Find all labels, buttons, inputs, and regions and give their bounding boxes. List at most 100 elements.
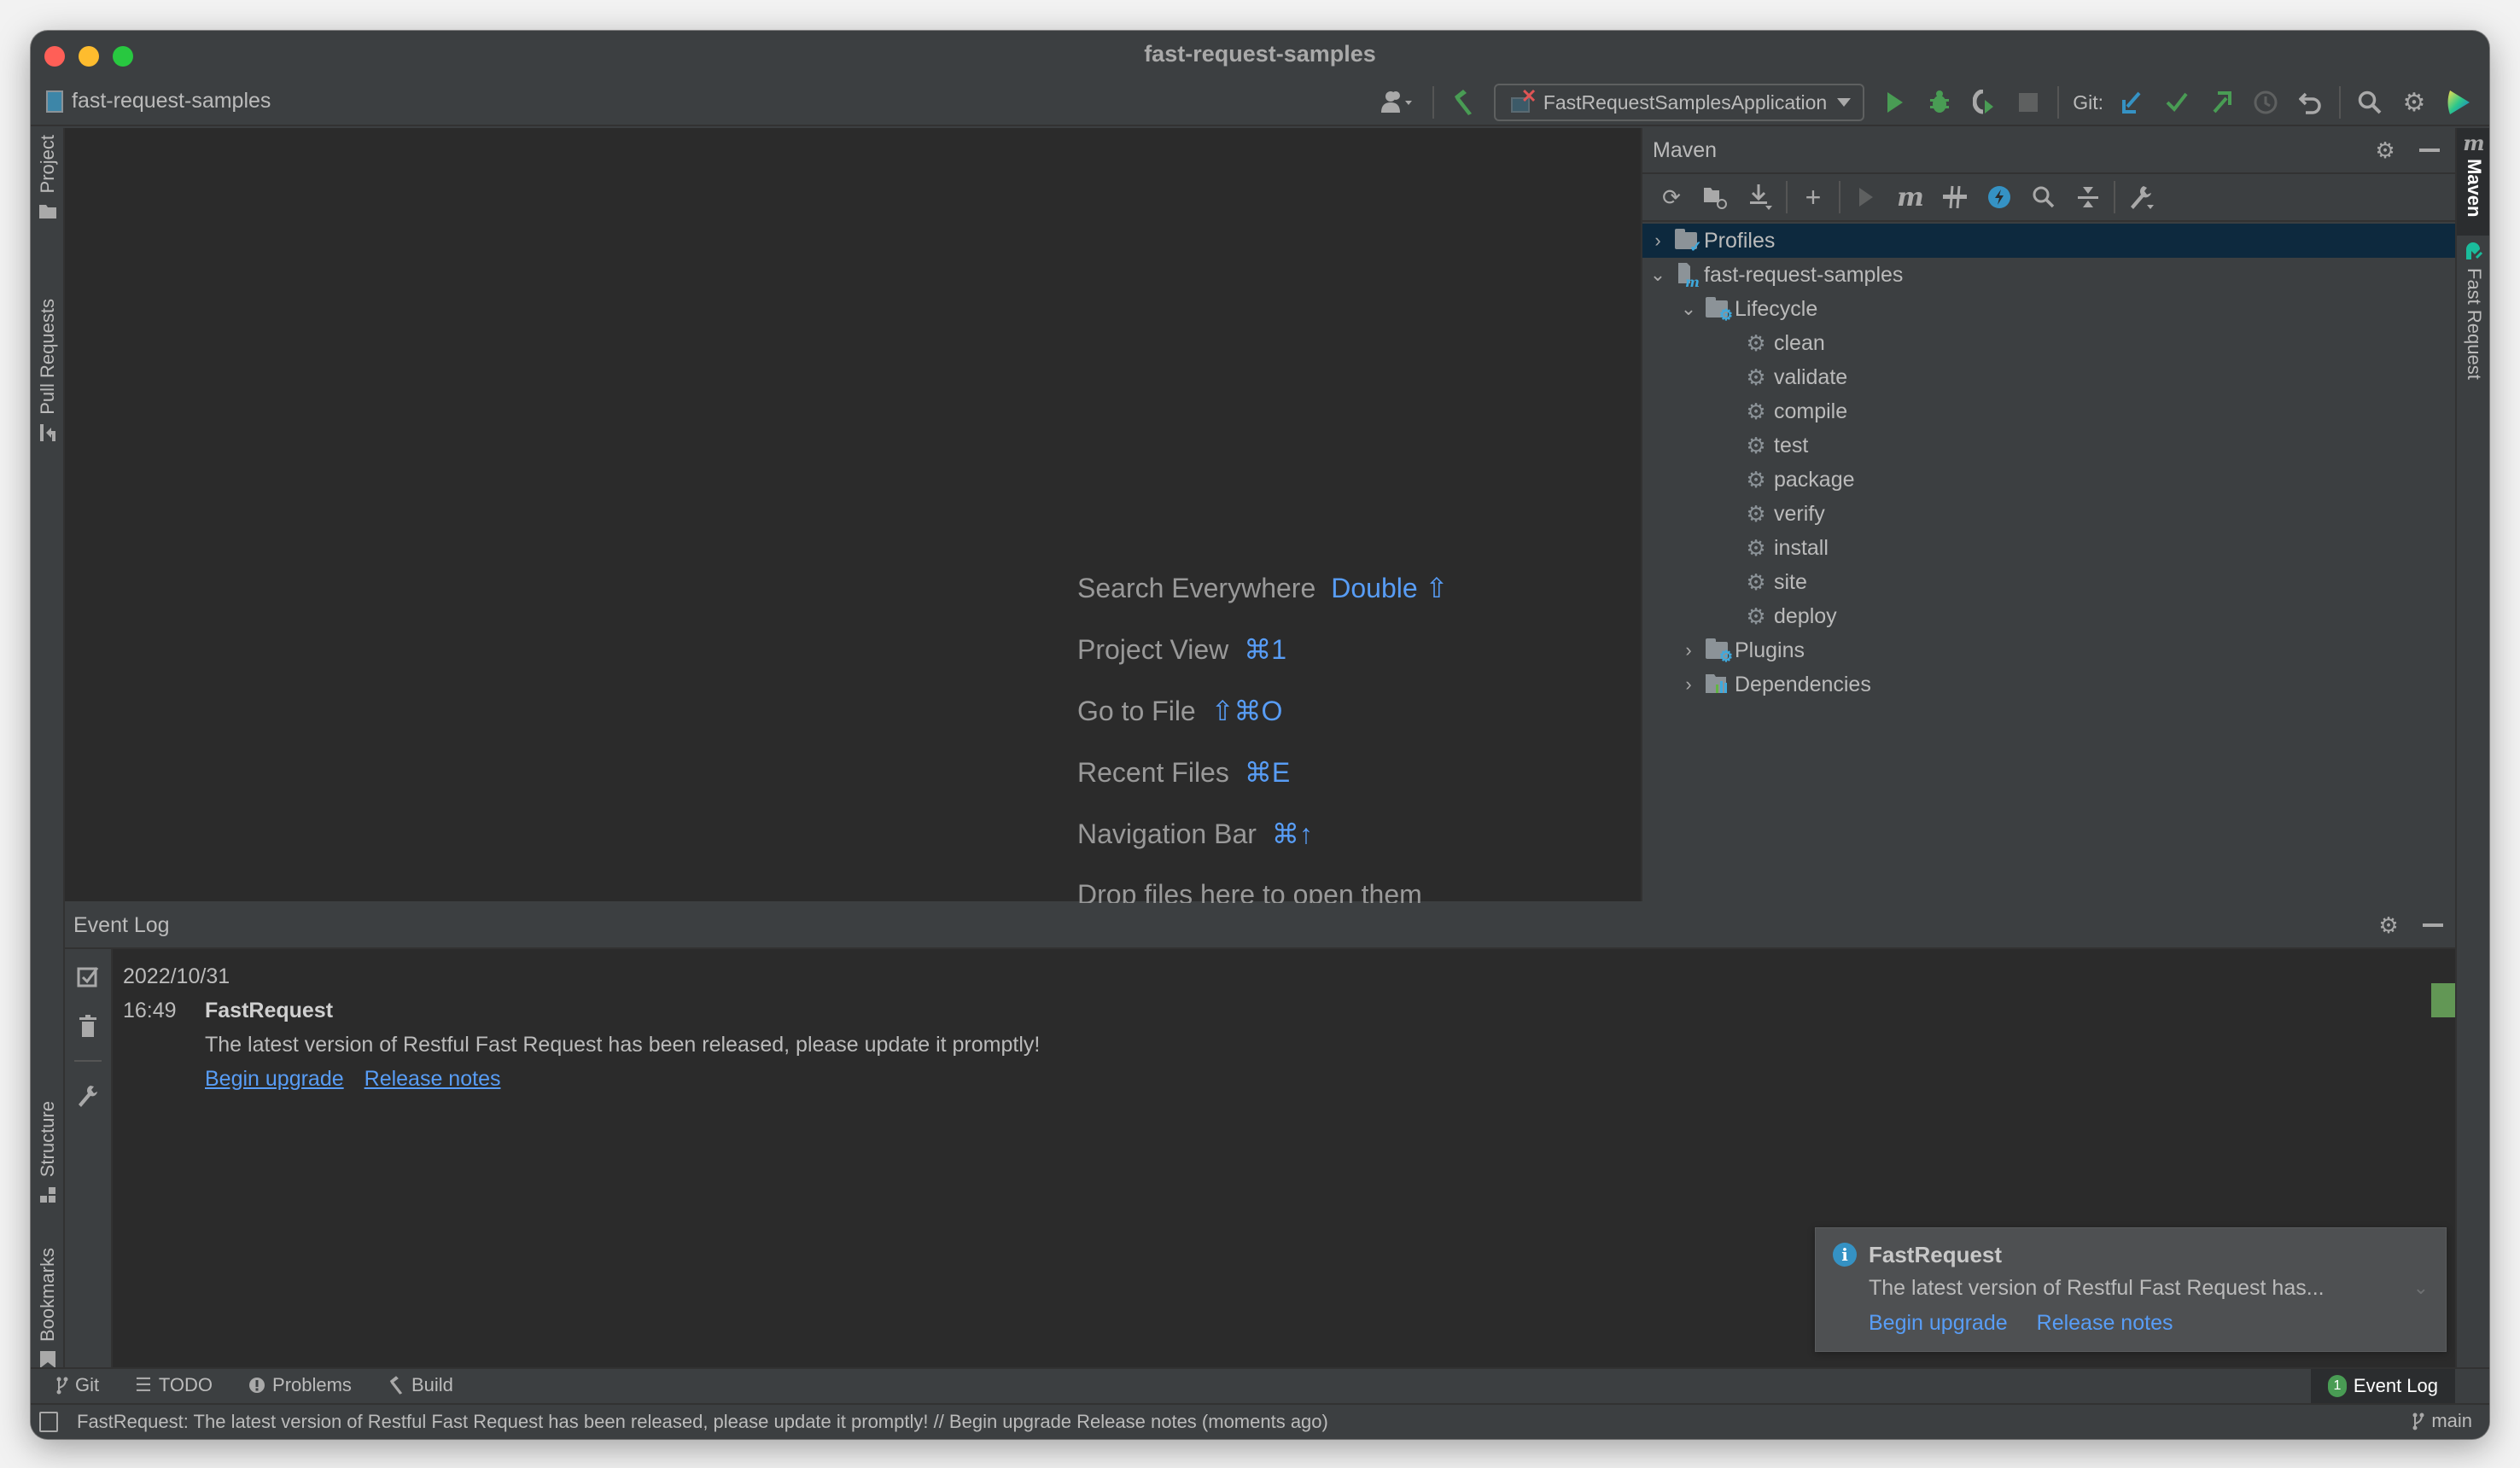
user-switch-button[interactable] <box>1371 84 1426 121</box>
tree-node-goal[interactable]: ⚙ install <box>1642 531 2455 565</box>
chevron-down-icon[interactable]: ⌄ <box>1648 264 1668 286</box>
event-log-options-button[interactable]: ⚙ <box>2373 910 2404 941</box>
tool-tab-bookmarks[interactable]: Bookmarks <box>31 1248 65 1369</box>
maven-toolbar: ⟳ + m <box>1642 174 2455 222</box>
git-update-button[interactable] <box>2110 84 2155 121</box>
tool-tab-problems[interactable]: Problems <box>248 1374 352 1396</box>
execute-maven-goal-button[interactable]: m <box>1888 178 1933 216</box>
tree-node-goal[interactable]: ⚙ verify <box>1642 497 2455 531</box>
chevron-down-icon[interactable]: ⌄ <box>1678 298 1699 320</box>
chevron-right-icon[interactable]: › <box>1678 639 1699 661</box>
run-config-icon: ✕ <box>1510 85 1537 113</box>
tree-node-plugins[interactable]: › ⚙ Plugins <box>1642 633 2455 667</box>
begin-upgrade-link[interactable]: Begin upgrade <box>205 1067 344 1092</box>
tree-node-profiles[interactable]: › ✓ Profiles <box>1642 224 2455 258</box>
run-configuration-dropdown[interactable]: ✕ FastRequestSamplesApplication <box>1493 84 1865 121</box>
tree-node-goal[interactable]: ⚙ clean <box>1642 326 2455 360</box>
debug-button[interactable] <box>1917 84 1962 121</box>
history-button[interactable] <box>2243 84 2288 121</box>
stop-button[interactable] <box>2006 84 2050 121</box>
tool-tab-project[interactable]: Project <box>31 135 65 220</box>
search-everywhere-button[interactable] <box>2348 84 2392 121</box>
mark-all-read-button[interactable] <box>73 961 103 992</box>
tree-node-lifecycle[interactable]: ⌄ ⚙ Lifecycle <box>1642 292 2455 326</box>
toggle-tool-windows-icon[interactable] <box>39 1412 58 1432</box>
tree-node-goal[interactable]: ⚙ site <box>1642 565 2455 599</box>
tree-node-project[interactable]: ⌄ m fast-request-samples <box>1642 258 2455 292</box>
git-label: Git: <box>2073 90 2103 114</box>
chevron-right-icon[interactable]: › <box>1678 673 1699 696</box>
skip-tests-button[interactable] <box>1977 178 2021 216</box>
tool-tab-fast-request[interactable]: Fast Request <box>2457 237 2489 380</box>
run-maven-build-button[interactable] <box>1844 178 1888 216</box>
reload-projects-button[interactable]: ⟳ <box>1649 178 1694 216</box>
run-button[interactable] <box>1873 84 1917 121</box>
event-log-title: Event Log <box>73 912 170 937</box>
maven-options-button[interactable]: ⚙ <box>2370 135 2400 166</box>
toggle-offline-button[interactable] <box>1933 178 1977 216</box>
build-button[interactable] <box>1441 84 1485 121</box>
tree-node-label: validate <box>1774 364 1848 389</box>
event-time: 16:49 <box>123 998 177 1022</box>
tool-tab-build[interactable]: Build <box>388 1374 453 1396</box>
run-with-coverage-button[interactable] <box>1962 84 2006 121</box>
tree-node-goal[interactable]: ⚙ test <box>1642 428 2455 463</box>
event-date: 2022/10/31 <box>123 964 230 988</box>
tool-tab-todo[interactable]: ☰ TODO <box>135 1374 213 1396</box>
history-icon <box>2254 90 2278 114</box>
settings-wrench-icon <box>2131 186 2154 209</box>
execute-goal-icon: m <box>1897 182 1924 213</box>
event-log-settings-button[interactable] <box>73 1081 103 1111</box>
debug-icon <box>1930 90 1950 113</box>
reload-icon: ⟳ <box>1662 184 1681 210</box>
tool-tab-pull-requests[interactable]: Pull Requests <box>31 299 65 442</box>
clear-all-button[interactable] <box>73 1011 103 1041</box>
status-message[interactable]: FastRequest: The latest version of Restf… <box>77 1411 1328 1433</box>
tool-tab-structure[interactable]: Structure <box>31 1101 65 1204</box>
release-notes-link[interactable]: Release notes <box>365 1067 501 1092</box>
maven-icon: m <box>2463 130 2485 155</box>
download-sources-button[interactable] <box>1738 178 1782 216</box>
tool-tab-git[interactable]: Git <box>56 1374 99 1396</box>
release-notes-action[interactable]: Release notes <box>2037 1311 2173 1336</box>
rollback-button[interactable] <box>2288 84 2332 121</box>
generate-sources-button[interactable] <box>1694 178 1738 216</box>
find-button[interactable] <box>2021 178 2066 216</box>
svg-text:m: m <box>1685 274 1699 287</box>
tree-node-goal[interactable]: ⚙ validate <box>1642 360 2455 394</box>
project-breadcrumb[interactable]: fast-request-samples <box>46 89 271 114</box>
goal-gear-icon: ⚙ <box>1746 398 1766 424</box>
tree-node-goal[interactable]: ⚙ compile <box>1642 394 2455 428</box>
editor-area[interactable]: Search Everywhere Double ⇧ Project View … <box>65 128 1641 910</box>
git-commit-button[interactable] <box>2155 84 2199 121</box>
tree-node-dependencies[interactable]: › Dependencies <box>1642 667 2455 702</box>
hint-shortcut: ⌘↑ <box>1271 818 1313 849</box>
expand-chevron-icon[interactable]: ⌄ <box>2413 1277 2429 1299</box>
plugins-folder-icon: ⚙ <box>1706 638 1733 664</box>
notification-balloon[interactable]: i FastRequest The latest version of Rest… <box>1815 1227 2447 1352</box>
maven-hide-button[interactable] <box>2414 135 2445 166</box>
settings-button[interactable]: ⚙ <box>2392 84 2436 121</box>
goal-gear-icon: ⚙ <box>1746 432 1766 458</box>
git-push-button[interactable] <box>2199 84 2243 121</box>
toolbar-separator <box>1839 181 1840 213</box>
tool-tab-event-log[interactable]: 1 Event Log <box>2310 1369 2455 1403</box>
event-log-hide-button[interactable] <box>2418 910 2448 941</box>
tree-node-goal[interactable]: ⚙ package <box>1642 463 2455 497</box>
begin-upgrade-action[interactable]: Begin upgrade <box>1869 1311 2008 1336</box>
tree-node-label: package <box>1774 467 1855 492</box>
build-tool-settings-button[interactable] <box>2119 178 2163 216</box>
git-branch-widget[interactable]: main <box>2412 1410 2472 1432</box>
tree-node-goal[interactable]: ⚙ deploy <box>1642 599 2455 633</box>
unread-marker[interactable] <box>2431 983 2455 1017</box>
event-entry-header: 16:49 FastRequest <box>123 993 1040 1028</box>
toolbox-button[interactable] <box>2436 84 2481 121</box>
tool-tab-label: Event Log <box>2353 1375 2438 1396</box>
collapse-all-button[interactable] <box>2066 178 2110 216</box>
project-name: fast-request-samples <box>72 89 271 113</box>
tool-tab-maven[interactable]: m Maven <box>2457 128 2489 236</box>
chevron-right-icon[interactable]: › <box>1648 230 1668 252</box>
toolbar-separator <box>2057 86 2060 119</box>
add-maven-project-button[interactable]: + <box>1791 178 1835 216</box>
tree-node-label: clean <box>1774 330 1825 355</box>
